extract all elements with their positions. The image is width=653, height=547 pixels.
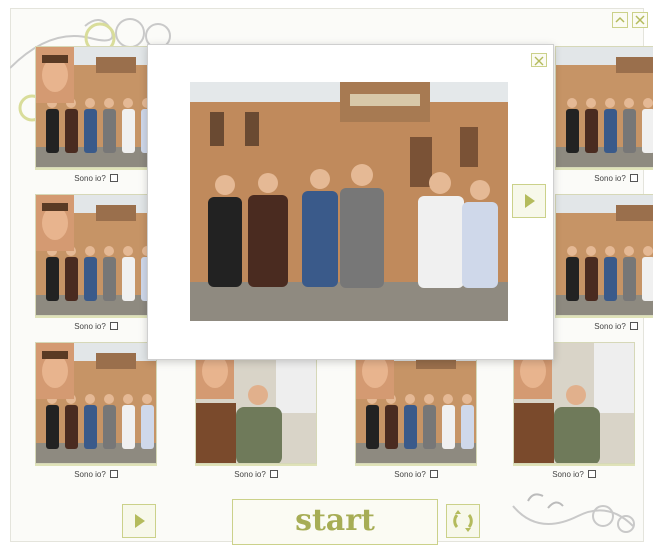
swirl-decoration-bottom — [512, 493, 635, 533]
play-right-icon — [525, 194, 535, 208]
caption-label: Sono io? — [74, 470, 106, 479]
card-divider — [513, 464, 635, 466]
enlarged-photo — [190, 82, 508, 321]
card-divider — [35, 168, 157, 170]
card-divider — [35, 316, 157, 318]
thumbnail-photo[interactable] — [35, 194, 157, 316]
close-icon — [635, 15, 645, 25]
close-icon — [534, 56, 544, 66]
card-caption: Sono io? — [35, 322, 157, 331]
sono-io-checkbox[interactable] — [269, 470, 278, 478]
card-divider — [195, 464, 317, 466]
prev-page-button[interactable] — [122, 504, 156, 538]
thumbnail-photo[interactable] — [555, 46, 653, 168]
photo-card[interactable]: Sono io? — [35, 194, 157, 344]
card-caption: Sono io? — [35, 174, 157, 183]
card-caption: Sono io? — [513, 470, 635, 479]
card-divider — [555, 316, 653, 318]
thumbnail-photo[interactable] — [35, 342, 157, 464]
caption-label: Sono io? — [74, 322, 106, 331]
chevron-up-icon — [615, 16, 625, 23]
popup-close-button[interactable] — [531, 53, 547, 67]
sono-io-checkbox[interactable] — [587, 470, 596, 478]
caption-label: Sono io? — [594, 174, 626, 183]
sono-io-checkbox[interactable] — [109, 322, 118, 330]
photo-card[interactable]: Sono io? — [555, 194, 653, 344]
card-divider — [555, 168, 653, 170]
caption-label: Sono io? — [394, 470, 426, 479]
photo-card[interactable]: Sono io? — [355, 342, 477, 492]
thumbnail-photo[interactable] — [195, 342, 317, 464]
refresh-icon — [453, 510, 473, 532]
card-caption: Sono io? — [355, 470, 477, 479]
caption-label: Sono io? — [552, 470, 584, 479]
close-window-button[interactable] — [632, 12, 648, 28]
card-caption: Sono io? — [35, 470, 157, 479]
card-caption: Sono io? — [555, 322, 653, 331]
sono-io-checkbox[interactable] — [109, 174, 118, 182]
caption-label: Sono io? — [234, 470, 266, 479]
photo-preview-popup — [147, 44, 554, 360]
card-divider — [355, 464, 477, 466]
next-photo-button[interactable] — [512, 184, 546, 218]
sono-io-checkbox[interactable] — [109, 470, 118, 478]
caption-label: Sono io? — [74, 174, 106, 183]
photo-card[interactable]: Sono io? — [513, 342, 635, 492]
photo-card[interactable]: Sono io? — [555, 46, 653, 196]
thumbnail-photo[interactable] — [513, 342, 635, 464]
sono-io-checkbox[interactable] — [429, 470, 438, 478]
sono-io-checkbox[interactable] — [629, 322, 638, 330]
minimize-button[interactable] — [612, 12, 628, 28]
refresh-button[interactable] — [446, 504, 480, 538]
start-button[interactable]: start — [232, 499, 438, 545]
card-caption: Sono io? — [555, 174, 653, 183]
thumbnail-photo[interactable] — [355, 342, 477, 464]
play-right-icon — [135, 514, 145, 528]
photo-card[interactable]: Sono io? — [195, 342, 317, 492]
thumbnail-photo[interactable] — [555, 194, 653, 316]
thumbnail-photo[interactable] — [35, 46, 157, 168]
sono-io-checkbox[interactable] — [629, 174, 638, 182]
caption-label: Sono io? — [594, 322, 626, 331]
photo-card[interactable]: Sono io? — [35, 342, 157, 492]
card-divider — [35, 464, 157, 466]
photo-card[interactable]: Sono io? — [35, 46, 157, 196]
card-caption: Sono io? — [195, 470, 317, 479]
